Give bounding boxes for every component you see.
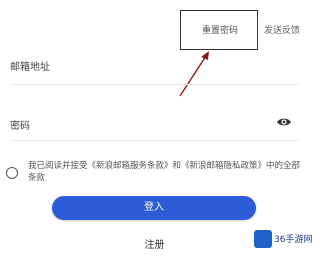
login-button[interactable]: 登入 [52,196,256,220]
email-label: 邮箱地址 [10,62,50,73]
watermark-text: 36手游网 [274,235,313,245]
agreement-text: 我已阅读并接受《新浪邮箱服务条款》和《新浪邮箱隐私政策》中的全部条款 [28,161,301,183]
watermark-logo-icon [254,230,272,248]
top-links: 重置密码 发送反馈 [0,23,309,39]
agreement-checkbox[interactable] [6,167,18,179]
email-field-underline[interactable] [10,84,299,85]
send-feedback-link[interactable]: 发送反馈 [264,23,300,36]
annotation-highlight-box [180,10,258,50]
eye-icon[interactable] [276,116,292,128]
password-label: 密码 [10,121,30,132]
password-field-underline[interactable] [10,140,299,141]
